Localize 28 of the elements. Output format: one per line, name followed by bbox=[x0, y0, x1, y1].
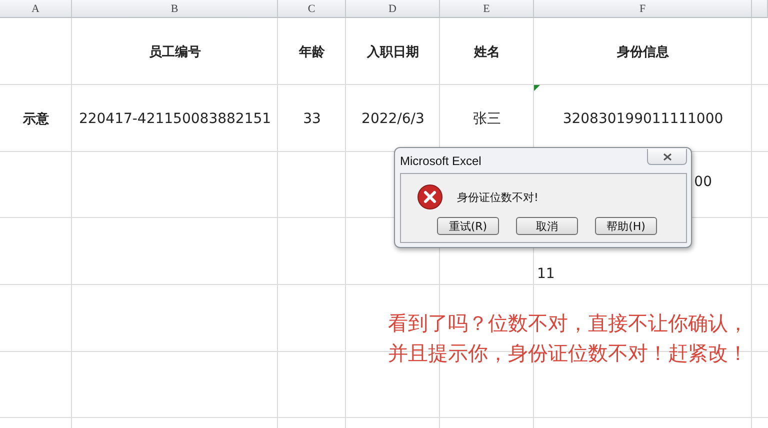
column-header[interactable]: D bbox=[346, 0, 440, 18]
column-header[interactable]: C bbox=[278, 0, 346, 18]
cell-text: 张三 bbox=[473, 110, 501, 128]
cell-text: 11 bbox=[537, 266, 555, 282]
dialog-button[interactable]: 重试(R) bbox=[437, 217, 499, 235]
dialog-title: Microsoft Excel bbox=[400, 154, 482, 168]
close-icon bbox=[662, 152, 672, 160]
cell-text: 2022/6/3 bbox=[362, 110, 424, 126]
column-header[interactable]: F bbox=[534, 0, 752, 18]
cell-text: 年龄 bbox=[299, 44, 325, 60]
cell-text: 员工编号 bbox=[149, 44, 201, 60]
error-icon bbox=[417, 184, 443, 210]
cell-text: 33 bbox=[303, 110, 321, 126]
cell-text: 身份信息 bbox=[617, 44, 669, 60]
dialog-message: 身份证位数不对! bbox=[457, 190, 538, 204]
cell-text: 320830199011111000 bbox=[562, 110, 724, 126]
cell-text: 入职日期 bbox=[367, 44, 419, 60]
cell-text: 示意 bbox=[23, 110, 49, 128]
column-header[interactable]: E bbox=[440, 0, 534, 18]
cell-text: 姓名 bbox=[474, 44, 500, 60]
column-header[interactable]: B bbox=[72, 0, 278, 18]
dialog-button[interactable]: 取消 bbox=[516, 217, 578, 235]
cell-text: 00 bbox=[694, 174, 712, 190]
cell-text: 220417-421150083882151 bbox=[78, 110, 272, 126]
column-header[interactable]: A bbox=[0, 0, 72, 18]
annotation-text: 看到了吗？位数不对，直接不让你确认，并且提示你，身份证位数不对！赶紧改！ bbox=[388, 310, 749, 367]
close-button[interactable] bbox=[647, 149, 687, 165]
dialog-button[interactable]: 帮助(H) bbox=[595, 217, 657, 235]
